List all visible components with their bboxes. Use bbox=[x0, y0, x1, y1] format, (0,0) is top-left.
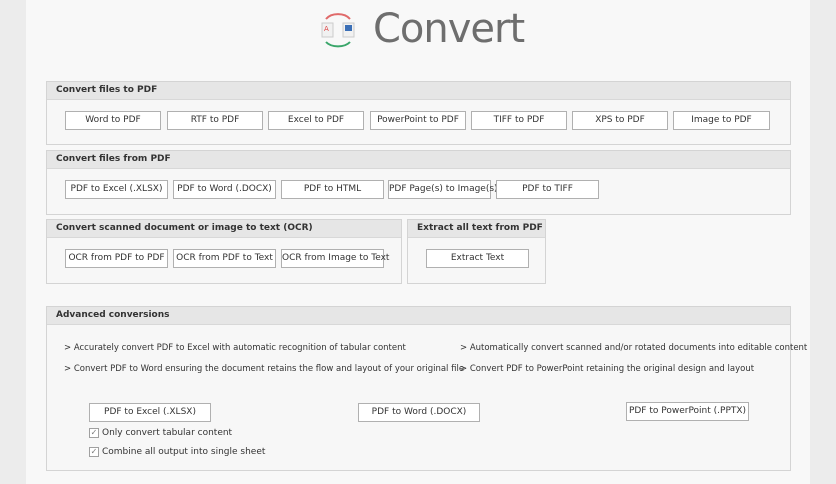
feature-text: > Convert PDF to Word ensuring the docum… bbox=[64, 364, 465, 374]
image-to-pdf-button[interactable]: Image to PDF bbox=[673, 111, 770, 130]
page-title: Convert bbox=[373, 6, 525, 52]
pdf-to-images-button[interactable]: PDF Page(s) to Image(s) bbox=[388, 180, 498, 199]
extract-text-button[interactable]: Extract Text bbox=[426, 249, 529, 268]
advanced-pdf-to-excel-button[interactable]: PDF to Excel (.XLSX) bbox=[89, 403, 211, 422]
pdf-to-excel-button[interactable]: PDF to Excel (.XLSX) bbox=[65, 180, 168, 199]
panel-title: Extract all text from PDF bbox=[408, 220, 545, 238]
panel-title: Convert files from PDF bbox=[47, 151, 790, 169]
pdf-to-tiff-button[interactable]: PDF to TIFF bbox=[496, 180, 599, 199]
panel-title: Advanced conversions bbox=[47, 307, 790, 325]
checkbox-label: Combine all output into single sheet bbox=[102, 447, 266, 457]
svg-text:A: A bbox=[324, 25, 329, 33]
feature-text: > Accurately convert PDF to Excel with a… bbox=[64, 343, 406, 353]
feature-text: > Convert PDF to PowerPoint retaining th… bbox=[460, 364, 755, 374]
checkmark-icon[interactable]: ✓ bbox=[89, 428, 99, 438]
only-tabular-checkbox[interactable]: ✓ Only convert tabular content bbox=[89, 428, 232, 438]
pdf-to-html-button[interactable]: PDF to HTML bbox=[281, 180, 384, 199]
feature-text: > Automatically convert scanned and/or r… bbox=[460, 343, 808, 353]
powerpoint-to-pdf-button[interactable]: PowerPoint to PDF bbox=[370, 111, 466, 130]
checkmark-icon[interactable]: ✓ bbox=[89, 447, 99, 457]
pdf-to-word-button[interactable]: PDF to Word (.DOCX) bbox=[173, 180, 276, 199]
ocr-image-to-text-button[interactable]: OCR from Image to Text bbox=[281, 249, 389, 268]
xps-to-pdf-button[interactable]: XPS to PDF bbox=[572, 111, 668, 130]
combine-output-checkbox[interactable]: ✓ Combine all output into single sheet bbox=[89, 447, 265, 457]
panel-title: Convert scanned document or image to tex… bbox=[47, 220, 401, 238]
pdf-word-convert-icon: A bbox=[321, 13, 355, 48]
ocr-pdf-to-pdf-button[interactable]: OCR from PDF to PDF bbox=[65, 249, 168, 268]
advanced-pdf-to-powerpoint-button[interactable]: PDF to PowerPoint (.PPTX) bbox=[626, 402, 749, 421]
rtf-to-pdf-button[interactable]: RTF to PDF bbox=[167, 111, 263, 130]
tiff-to-pdf-button[interactable]: TIFF to PDF bbox=[471, 111, 567, 130]
advanced-pdf-to-word-button[interactable]: PDF to Word (.DOCX) bbox=[358, 403, 480, 422]
ocr-pdf-to-text-button[interactable]: OCR from PDF to Text bbox=[173, 249, 276, 268]
excel-to-pdf-button[interactable]: Excel to PDF bbox=[268, 111, 364, 130]
word-to-pdf-button[interactable]: Word to PDF bbox=[65, 111, 161, 130]
checkbox-label: Only convert tabular content bbox=[102, 428, 233, 438]
panel-title: Convert files to PDF bbox=[47, 82, 790, 100]
